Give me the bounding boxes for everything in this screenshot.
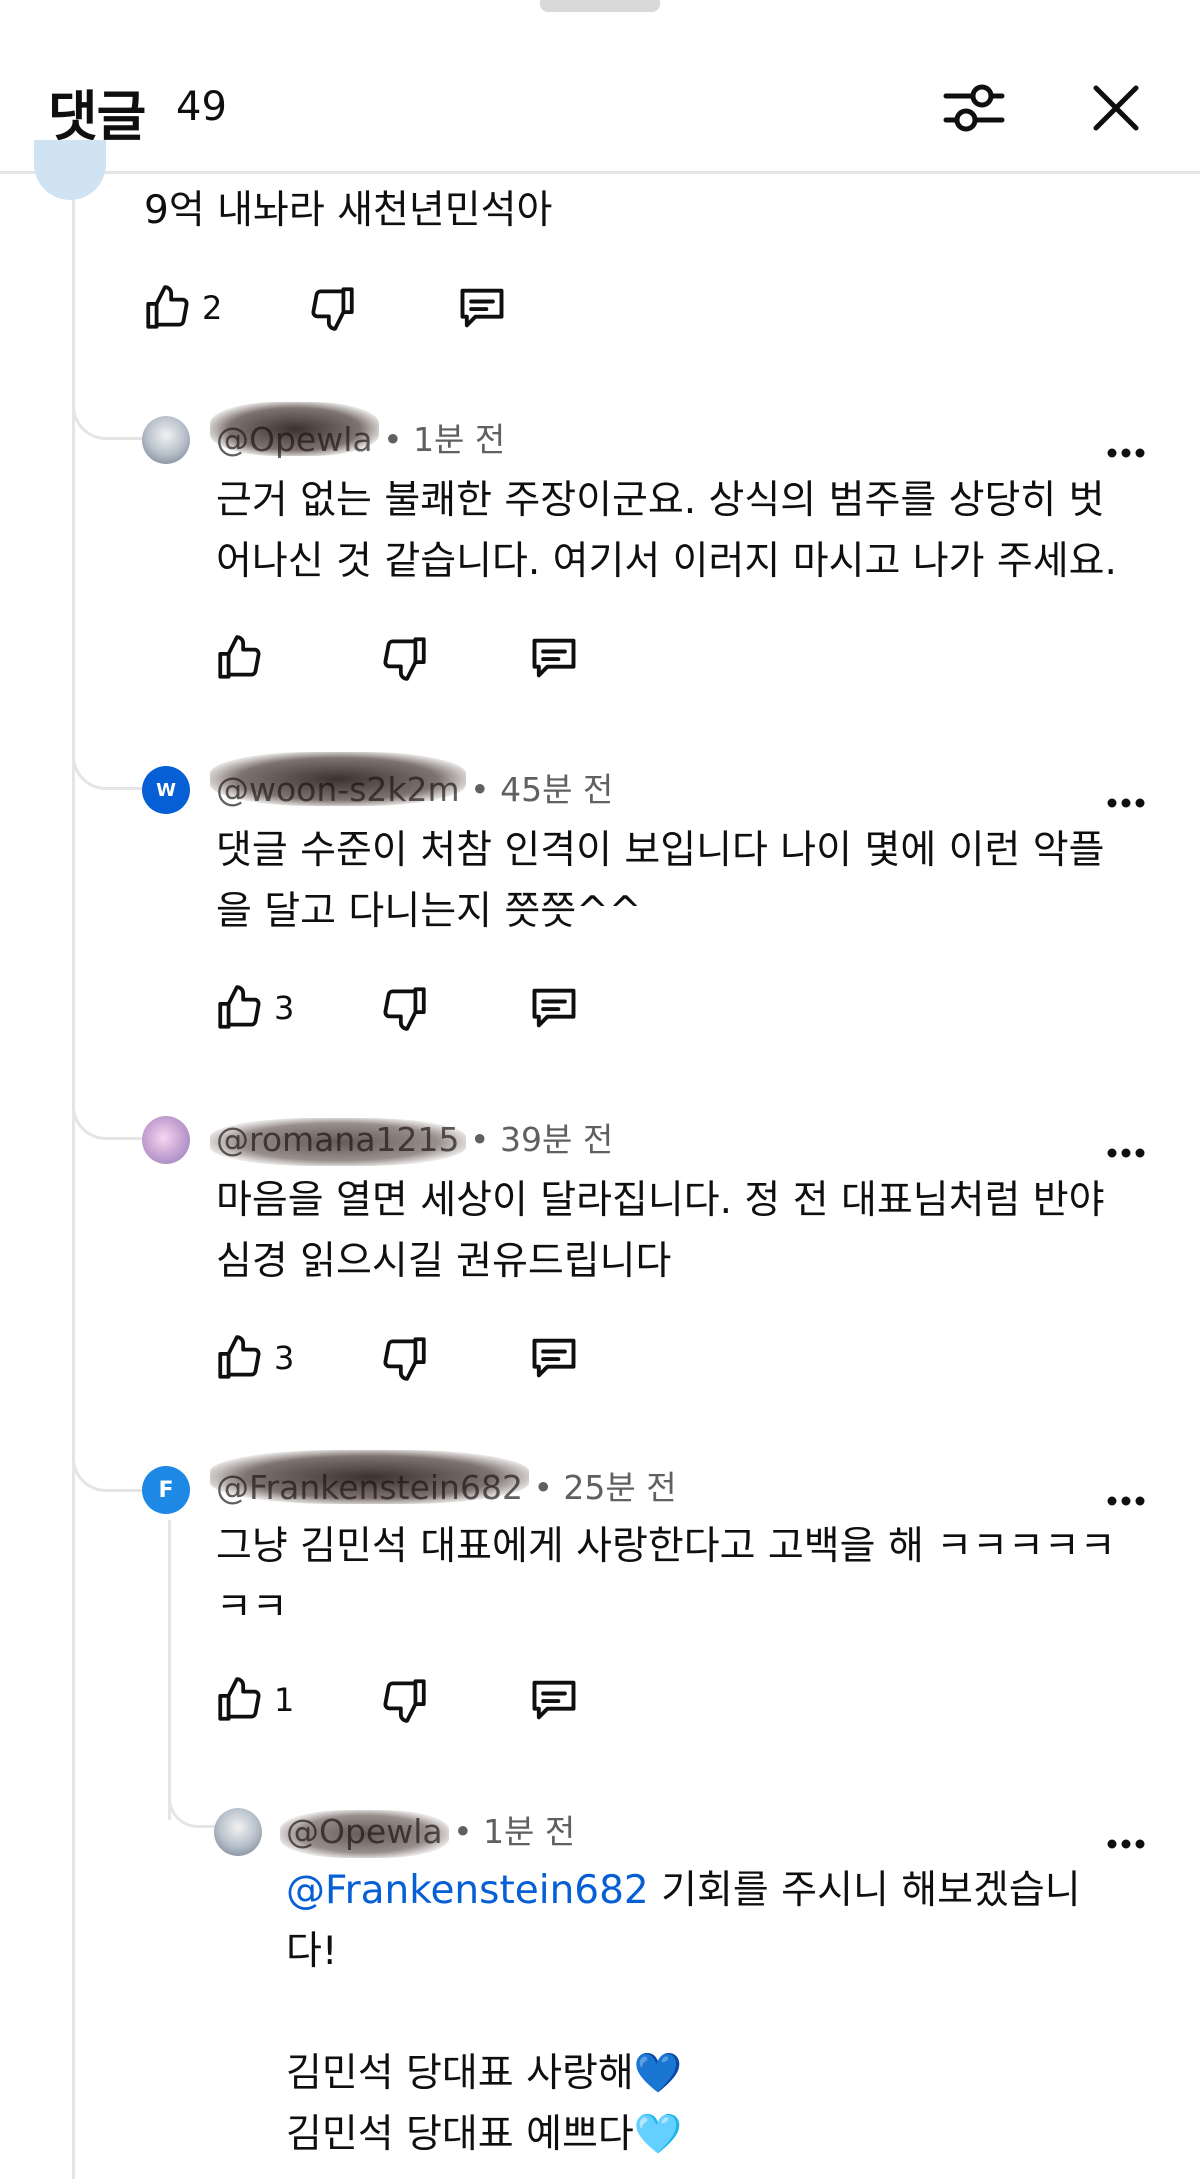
thumbs-down-icon (383, 637, 426, 681)
reply-button[interactable] (528, 978, 580, 1038)
reply-icon (532, 638, 576, 678)
more-icon (1107, 1496, 1145, 1506)
comment-text-line: 어나신 것 같습니다. 여기서 이러지 마시고 나가 주세요. (216, 539, 1117, 584)
thread-branch (72, 380, 152, 440)
avatar[interactable] (214, 1808, 262, 1856)
comment-text-line: 심경 읽으시길 권유드립니다 (216, 1239, 672, 1284)
reply-button[interactable] (528, 1328, 580, 1388)
comments-panel: 댓글 49 9억 내놔라 새천년민석아 2 @Opewla • 1분 전 근거 … (0, 0, 1200, 2179)
comment-author[interactable]: @Frankenstein682 (210, 1450, 529, 1507)
like-count: 3 (274, 989, 295, 1027)
dislike-button[interactable] (308, 278, 358, 338)
thumbs-down-icon (383, 1337, 426, 1381)
comment-meta: @woon-s2k2m • 45분 전 (210, 752, 614, 810)
comment-text: 9억 내놔라 새천년민석아 (144, 188, 553, 233)
like-button[interactable]: 2 (142, 278, 222, 338)
comment-author[interactable]: @romana1215 (210, 1118, 466, 1166)
more-options-button[interactable] (1098, 425, 1154, 481)
thread-line (72, 174, 75, 2179)
comment-text-line: 근거 없는 불쾌한 주장이군요. 상식의 범주를 상당히 벗 (216, 478, 1105, 523)
thumbs-up-icon (146, 285, 189, 329)
comment-text-line: @Frankenstein682 기회를 주시니 해보겠습니 (286, 1868, 1081, 1913)
comment-text-line: 마음을 열면 세상이 달라집니다. 정 전 대표님처럼 반야 (216, 1178, 1105, 1223)
more-options-button[interactable] (1098, 1125, 1154, 1181)
thread-branch (168, 1768, 224, 1828)
comment-author[interactable]: @Opewla (280, 1810, 449, 1858)
comment-text-line: 김민석 당대표 예쁘다🩵 (286, 2112, 683, 2157)
comment-text-line: 다! (286, 1929, 338, 1974)
reply-icon (532, 1338, 576, 1378)
thumbs-down-icon (311, 287, 354, 331)
close-icon (1093, 85, 1139, 131)
comment-text-line: 댓글 수준이 처참 인격이 보입니다 나이 몇에 이런 악플 (216, 828, 1105, 873)
avatar[interactable] (34, 140, 106, 200)
thread-branch (72, 1080, 152, 1140)
reply-button[interactable] (528, 1670, 580, 1730)
thumbs-up-icon (218, 635, 261, 679)
mention-link[interactable]: @Frankenstein682 (286, 1868, 649, 1913)
dislike-button[interactable] (380, 628, 430, 688)
dislike-button[interactable] (380, 978, 430, 1038)
comment-text-line: ㅋㅋ (216, 1585, 288, 1630)
comment-author[interactable]: @woon-s2k2m (210, 752, 466, 809)
avatar[interactable]: F (142, 1466, 190, 1514)
comment-time: • 25분 전 (533, 1468, 677, 1507)
comments-count: 49 (176, 84, 227, 130)
drag-handle[interactable] (540, 0, 660, 12)
thumbs-down-icon (383, 1679, 426, 1723)
avatar[interactable] (142, 416, 190, 464)
dislike-button[interactable] (380, 1328, 430, 1388)
reply-button[interactable] (456, 278, 508, 338)
like-button[interactable]: 1 (214, 1670, 294, 1730)
like-count: 3 (274, 1339, 295, 1377)
comment-time: • 1분 전 (453, 1812, 576, 1851)
thread-branch (72, 730, 152, 790)
avatar[interactable] (142, 1116, 190, 1164)
more-icon (1107, 448, 1145, 458)
more-icon (1107, 1148, 1145, 1158)
sliders-icon (943, 84, 1005, 132)
comment-meta: @Opewla • 1분 전 (210, 402, 506, 460)
like-count: 2 (202, 289, 223, 327)
comment-text-line: 그냥 김민석 대표에게 사랑한다고 고백을 해 ㅋㅋㅋㅋㅋ (216, 1524, 1116, 1569)
close-button[interactable] (1076, 68, 1156, 148)
avatar[interactable]: W (142, 766, 190, 814)
filter-button[interactable] (934, 68, 1014, 148)
thumbs-up-icon (218, 1335, 261, 1379)
comment-text-line: 을 달고 다니는지 쯧쯧^^ (216, 889, 642, 934)
thread-branch (72, 1432, 152, 1492)
reply-icon (532, 988, 576, 1028)
comment-text-line: 김민석 당대표 사랑해💙 (286, 2051, 683, 2096)
more-icon (1107, 798, 1145, 808)
comments-header: 댓글 49 (0, 12, 1200, 174)
dislike-button[interactable] (380, 1670, 430, 1730)
comment-meta: @romana1215 • 39분 전 (210, 1118, 614, 1166)
comment-time: • 39분 전 (470, 1120, 614, 1159)
like-button[interactable] (214, 628, 264, 688)
reply-icon (532, 1680, 576, 1720)
comment-time: • 1분 전 (383, 420, 506, 459)
more-options-button[interactable] (1098, 1816, 1154, 1872)
more-icon (1107, 1839, 1145, 1849)
more-options-button[interactable] (1098, 775, 1154, 831)
reply-button[interactable] (528, 628, 580, 688)
comment-meta: @Opewla • 1분 전 (280, 1810, 576, 1858)
thumbs-up-icon (218, 1677, 261, 1721)
like-button[interactable]: 3 (214, 1328, 294, 1388)
comment-time: • 45분 전 (470, 770, 614, 809)
comment-meta: @Frankenstein682 • 25분 전 (210, 1450, 677, 1508)
reply-icon (460, 288, 504, 328)
like-count: 1 (274, 1681, 295, 1719)
like-button[interactable]: 3 (214, 978, 294, 1038)
comment-author[interactable]: @Opewla (210, 402, 379, 459)
thumbs-down-icon (383, 987, 426, 1031)
thumbs-up-icon (218, 985, 261, 1029)
